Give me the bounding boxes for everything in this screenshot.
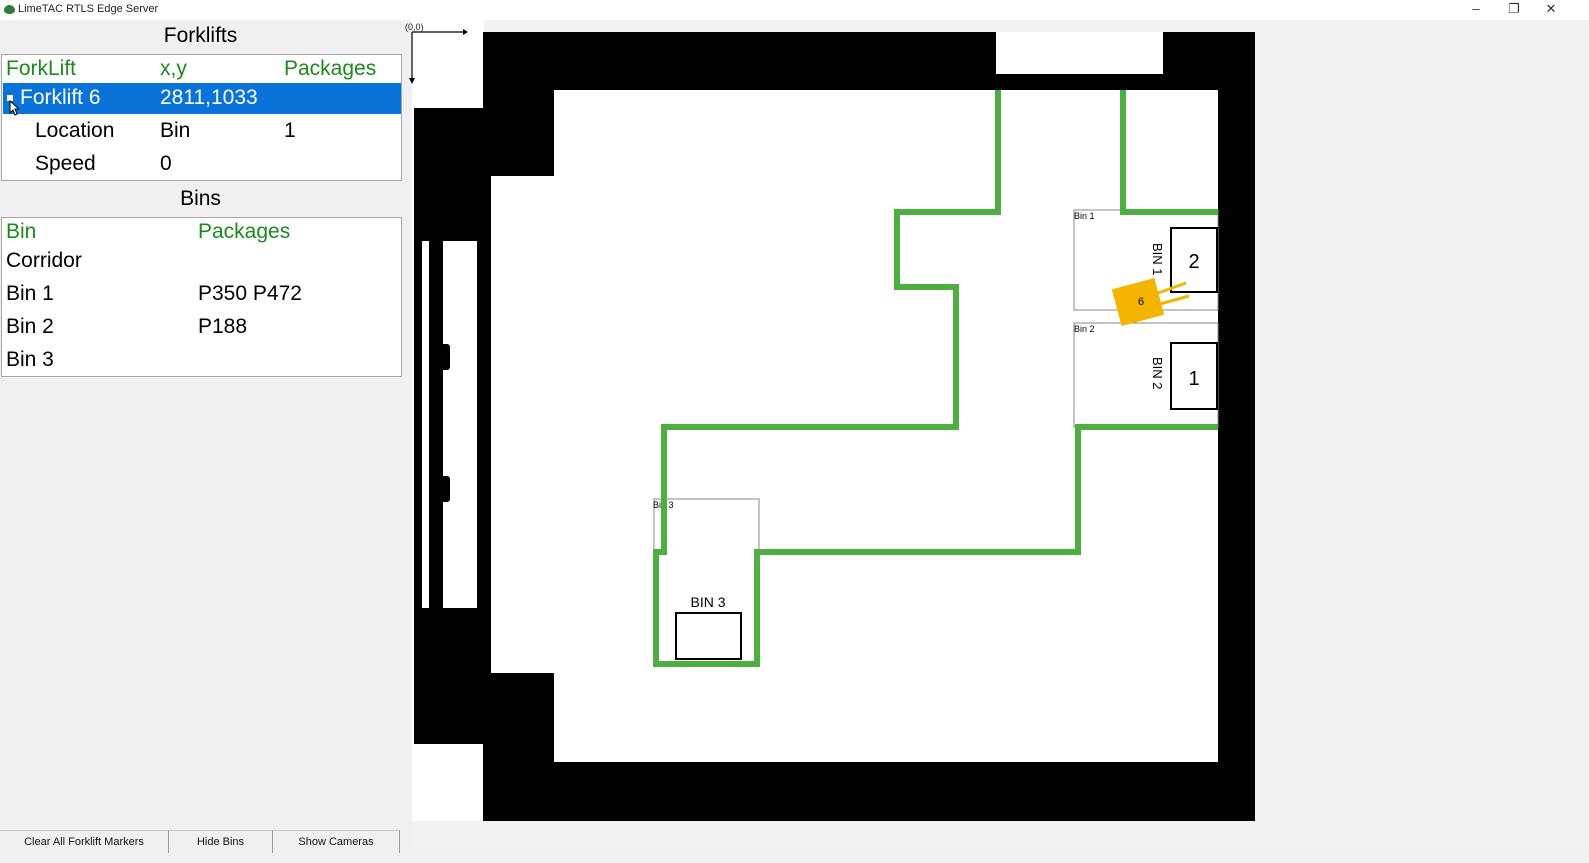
bin-row-name[interactable]: Bin 1	[6, 282, 54, 306]
detail-label: Speed	[35, 152, 96, 175]
bin-row-name[interactable]: Corridor	[6, 249, 82, 273]
bin-row-name[interactable]: Bin 2	[6, 315, 54, 339]
hall-door	[432, 344, 450, 370]
bin-row-packages: P188	[198, 315, 248, 338]
bin1-count: 2	[1188, 251, 1199, 273]
forklift-row-selected[interactable]: Forklift 6 2811,1033	[3, 83, 401, 114]
forklifts-title: Forklifts	[163, 24, 238, 47]
bin2-count: 1	[1188, 368, 1199, 390]
clear-forklift-markers-button[interactable]: Clear All Forklift Markers	[0, 830, 169, 853]
minimize-button[interactable]: –	[1459, 0, 1493, 20]
bin1-zone-label: Bin 1	[1074, 211, 1095, 221]
window-title: LimeTAC RTLS Edge Server	[18, 3, 159, 15]
detail-value: 0	[160, 152, 172, 175]
hall-strip	[443, 241, 477, 608]
col-bin[interactable]: Bin	[6, 220, 36, 244]
forklift-list[interactable]: ForkLift x,y Packages Forklift 6 2811,10…	[1, 54, 402, 181]
mouse-cursor-icon	[9, 100, 19, 116]
restore-button[interactable]: ❐	[1497, 0, 1531, 20]
col-xy[interactable]: x,y	[160, 57, 187, 81]
detail-value: Bin	[160, 119, 191, 142]
bins-title: Bins	[180, 187, 221, 210]
forklift-xy: 2811,1033	[160, 86, 258, 109]
bin-row-packages: P350 P472	[198, 282, 302, 305]
hide-bins-button[interactable]: Hide Bins	[169, 830, 273, 853]
bin-row-name[interactable]: Bin 3	[6, 348, 54, 372]
dock-opening	[996, 32, 1163, 74]
detail-extra: 1	[284, 119, 296, 142]
detail-label: Location	[35, 119, 115, 142]
bin3-label: BIN 3	[690, 594, 725, 610]
col-bin-packages[interactable]: Packages	[198, 220, 290, 244]
bin3-box[interactable]	[675, 612, 742, 660]
bin1-label: BIN 1	[1150, 243, 1165, 276]
close-button[interactable]: ✕	[1534, 0, 1568, 20]
title-bar: LimeTAC RTLS Edge Server – ❐ ✕	[0, 0, 1589, 20]
origin-label: (0,0)	[405, 22, 424, 32]
bin2-zone-label: Bin 2	[1074, 324, 1095, 334]
bins-list[interactable]: Bin Packages Corridor Bin 1 P350 P472 Bi…	[1, 217, 402, 377]
bin2-label: BIN 2	[1150, 357, 1165, 390]
col-forklift[interactable]: ForkLift	[6, 57, 76, 81]
col-packages[interactable]: Packages	[284, 57, 376, 81]
forklift-name: Forklift 6	[20, 86, 101, 109]
app-icon	[4, 5, 15, 14]
hall-strip	[422, 241, 429, 608]
forklift-marker-label: 6	[1138, 296, 1144, 308]
hall-door	[432, 476, 450, 502]
show-cameras-button[interactable]: Show Cameras	[273, 830, 400, 853]
